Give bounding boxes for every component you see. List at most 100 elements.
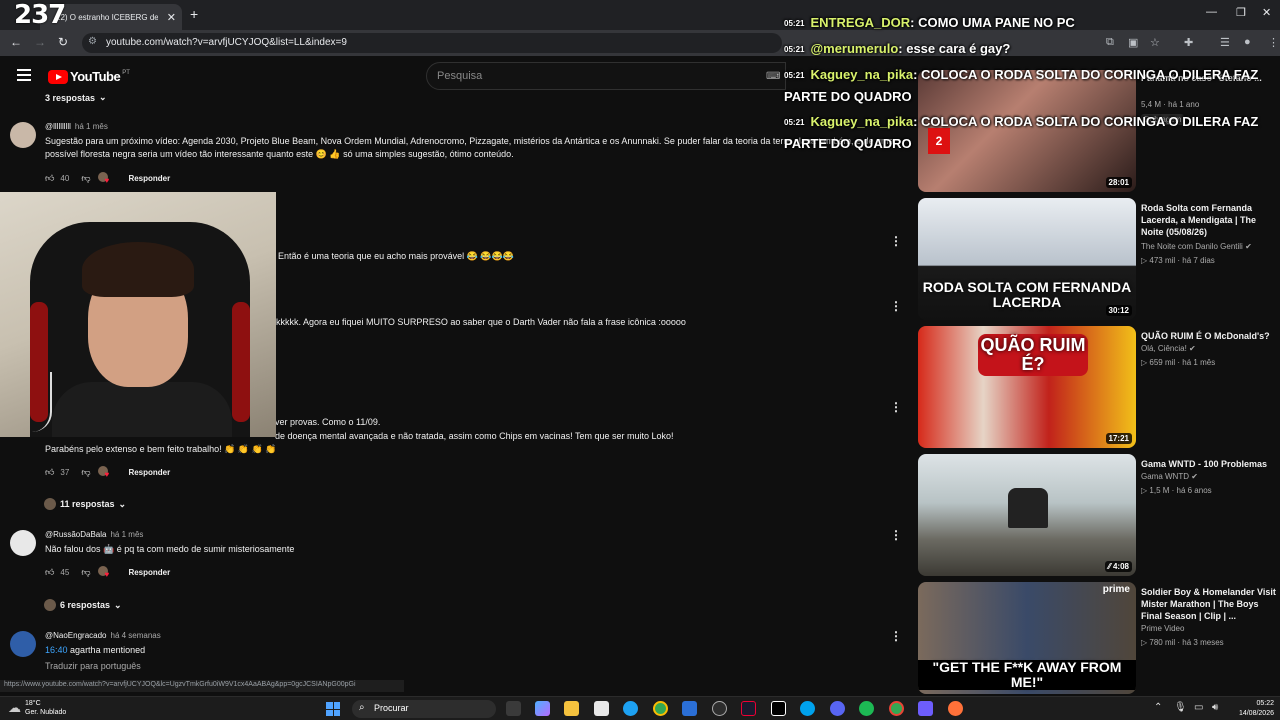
reply-button[interactable]: Responder (128, 568, 170, 577)
dislike-icon[interactable]: 👎︎ (81, 173, 90, 184)
mail-icon[interactable] (682, 701, 697, 716)
github-icon[interactable] (712, 701, 727, 716)
forward-icon[interactable]: → (34, 35, 46, 49)
copilot-icon[interactable] (535, 701, 550, 716)
comment-text: kkkkk. Agora eu fiquei MUITO SURPRESO ao… (276, 317, 686, 327)
weather-widget[interactable]: ☁ 18°C Ger. Nublado (8, 699, 66, 717)
taskbar-clock[interactable]: 05:22 14/08/2026 (1228, 699, 1274, 719)
replies-toggle[interactable]: 6 respostas ⌄ (44, 599, 122, 611)
reply-button[interactable]: Responder (128, 174, 170, 183)
replies-toggle[interactable]: 11 respostas ⌄ (44, 498, 126, 510)
chat-message: 05:21 @merumerulo: esse cara é gay? (784, 38, 1280, 60)
comment-time[interactable]: há 1 mês (75, 122, 108, 131)
comment-menu-icon[interactable]: ⋮ (890, 528, 902, 542)
video-channel[interactable]: Olá, Ciência! ✔ (1141, 344, 1196, 353)
microphone-icon[interactable]: 🎙︎ (1174, 702, 1187, 713)
avatar[interactable] (10, 122, 36, 148)
volume-icon[interactable]: 🔊︎ (1212, 702, 1218, 713)
site-info-icon[interactable]: ⚙ (88, 36, 97, 47)
comment-menu-icon[interactable]: ⋮ (890, 299, 902, 313)
tray-chevron-icon[interactable]: ⌃ (1154, 702, 1162, 713)
discord-icon[interactable] (830, 701, 845, 716)
hamburger-menu-icon[interactable] (17, 69, 31, 81)
video-thumbnail[interactable]: prime "GET THE F**K AWAY FROM ME!" (918, 582, 1136, 694)
dislike-icon[interactable]: 👎︎ (81, 567, 90, 578)
chat-user: Kaguey_na_pika (810, 67, 914, 82)
video-age: há 3 meses (1182, 638, 1224, 647)
edge-icon[interactable] (623, 701, 638, 716)
search-input[interactable]: Pesquisa (426, 62, 786, 90)
channel-name[interactable]: Gama WNTD (1141, 472, 1189, 481)
video-thumbnail[interactable]: QUÃO RUIM É? 17:21 (918, 326, 1136, 448)
comment-author[interactable]: @llllllllll há 1 mês (45, 122, 108, 131)
comment-menu-icon[interactable]: ⋮ (890, 234, 902, 248)
file-explorer-icon[interactable] (564, 701, 579, 716)
related-video[interactable]: RODA SOLTA COM FERNANDA LACERDA 30:12 Ro… (918, 198, 1280, 320)
like-icon[interactable]: 👍︎ (45, 467, 54, 478)
back-icon[interactable]: ← (10, 35, 22, 49)
comment-body: agartha mentioned (70, 645, 146, 655)
obs-icon[interactable] (918, 701, 933, 716)
like-icon[interactable]: 👍︎ (45, 173, 54, 184)
creator-heart-icon: ♥ (98, 466, 114, 479)
video-title[interactable]: Soldier Boy & Homelander Visit Mister Ma… (1141, 586, 1277, 622)
video-channel[interactable]: The Noite com Danilo Gentili ✔ (1141, 242, 1252, 251)
avatar[interactable] (10, 530, 36, 556)
video-title[interactable]: Roda Solta com Fernanda Lacerda, a Mendi… (1141, 202, 1277, 238)
chat-text: : esse cara é gay? (898, 41, 1011, 56)
video-channel[interactable]: Gama WNTD ✔ (1141, 472, 1198, 481)
avatar[interactable] (10, 631, 36, 657)
author-name[interactable]: @llllllllll (45, 122, 71, 131)
tab-close-icon[interactable]: ✕ (167, 11, 176, 24)
taskbar-search[interactable]: ⌕ Procurar (352, 700, 496, 718)
author-name[interactable]: @RussãoDaBala (45, 530, 106, 539)
video-title[interactable]: QUÃO RUIM É O McDonald's? (1141, 330, 1277, 342)
channel-name[interactable]: The Noite com Danilo Gentili (1141, 242, 1243, 251)
youtube-logo[interactable]: YouTube PT (48, 69, 130, 84)
replies-count: 11 respostas (60, 499, 115, 509)
task-view-icon[interactable] (506, 701, 521, 716)
comment-text: 16:40 agartha mentioned (45, 644, 145, 657)
video-thumbnail[interactable]: RODA SOLTA COM FERNANDA LACERDA 30:12 (918, 198, 1136, 320)
chrome-profile-icon[interactable] (889, 701, 904, 716)
firefox-icon[interactable] (948, 701, 963, 716)
chat-message: 05:21 ENTREGA_DOR: COMO UMA PANE NO PC (784, 12, 1280, 34)
verified-icon: ✔ (1245, 242, 1252, 251)
video-title[interactable]: Gama WNTD - 100 Problemas (1141, 458, 1277, 470)
reply-button[interactable]: Responder (128, 468, 170, 477)
chrome-icon[interactable] (653, 701, 668, 716)
store-icon[interactable] (594, 701, 609, 716)
comment-time[interactable]: há 4 semanas (111, 631, 161, 640)
video-views: 659 mil (1149, 358, 1176, 367)
reload-icon[interactable]: ↻ (58, 35, 68, 49)
channel-name[interactable]: Olá, Ciência! (1141, 344, 1187, 353)
translate-link[interactable]: Traduzir para português (45, 660, 141, 673)
comment-menu-icon[interactable]: ⋮ (890, 400, 902, 414)
related-video[interactable]: QUÃO RUIM É? 17:21 QUÃO RUIM É O McDonal… (918, 326, 1280, 448)
comment-author[interactable]: @RussãoDaBala há 1 mês (45, 530, 143, 539)
keyboard-icon[interactable]: ⌨ (766, 71, 780, 82)
screen: 12) O estranho ICEBERG de T ✕ + — ❐ ✕ 23… (0, 0, 1280, 720)
dislike-icon[interactable]: 👎︎ (81, 467, 90, 478)
comment-time[interactable]: há 1 mês (110, 530, 143, 539)
comment-menu-icon[interactable]: ⋮ (890, 629, 902, 643)
ide-icon[interactable] (741, 701, 756, 716)
windows-start-icon[interactable] (326, 702, 340, 716)
new-tab-icon[interactable]: + (190, 6, 198, 22)
stream-chat-overlay: 05:21 ENTREGA_DOR: COMO UMA PANE NO PC 05… (784, 8, 1280, 158)
messenger-icon[interactable] (800, 701, 815, 716)
network-icon[interactable]: ▭ (1194, 702, 1203, 713)
related-video[interactable]: ⁄⁄ 4:08 Gama WNTD - 100 Problemas Gama W… (918, 454, 1280, 576)
capcut-icon[interactable] (771, 701, 786, 716)
video-thumbnail[interactable]: ⁄⁄ 4:08 (918, 454, 1136, 576)
chat-time: 05:21 (784, 118, 805, 128)
author-name[interactable]: @NaoEngracado (45, 631, 107, 640)
timestamp-link[interactable]: 16:40 (45, 645, 68, 655)
comment-author[interactable]: @NaoEngracado há 4 semanas (45, 631, 161, 640)
related-video[interactable]: prime "GET THE F**K AWAY FROM ME!" Soldi… (918, 582, 1280, 694)
like-icon[interactable]: 👍︎ (45, 567, 54, 578)
address-bar[interactable]: ⚙ youtube.com/watch?v=arvfjUCYJOQ&list=L… (82, 33, 782, 53)
video-channel[interactable]: Prime Video (1141, 624, 1184, 633)
replies-toggle[interactable]: 3 respostas ⌄ (45, 92, 107, 103)
spotify-icon[interactable] (859, 701, 874, 716)
